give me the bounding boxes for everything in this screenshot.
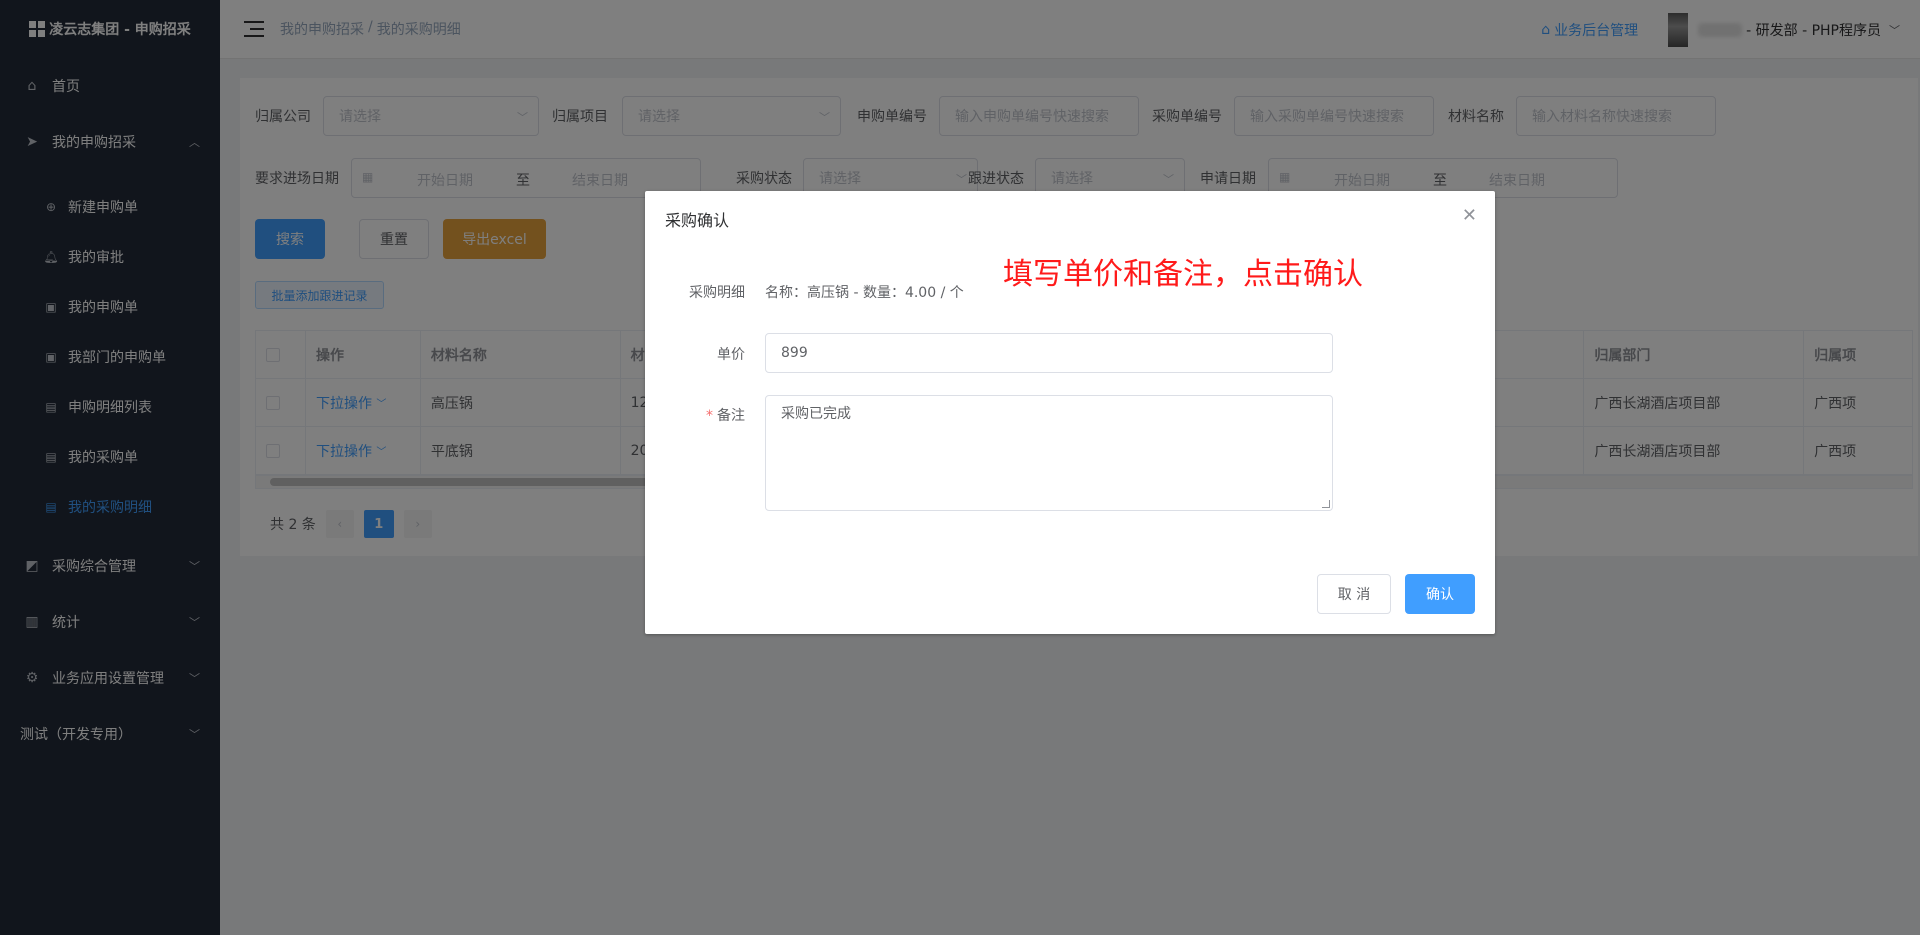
- required-asterisk: *: [706, 408, 713, 424]
- dialog-title: 采购确认: [665, 211, 730, 230]
- resize-handle-icon[interactable]: [1322, 500, 1330, 508]
- unit-price-input[interactable]: 899: [765, 333, 1333, 373]
- instruction-annotation: 填写单价和备注，点击确认: [1003, 257, 1363, 292]
- remark-label-wrap: * 备注: [655, 405, 745, 425]
- detail-value: 名称：高压锅 - 数量：4.00 / 个: [765, 285, 964, 301]
- detail-label: 采购明细: [689, 285, 745, 301]
- price-label: 单价: [717, 347, 745, 363]
- remark-label: 备注: [717, 408, 745, 424]
- close-icon[interactable]: ✕: [1462, 207, 1477, 225]
- cancel-button[interactable]: 取 消: [1317, 574, 1391, 614]
- confirm-button[interactable]: 确认: [1405, 574, 1475, 614]
- remark-textarea[interactable]: 采购已完成: [765, 395, 1333, 511]
- remark-value: 采购已完成: [781, 406, 851, 422]
- purchase-confirm-dialog: 采购确认 ✕ 填写单价和备注，点击确认 采购明细 名称：高压锅 - 数量：4.0…: [645, 191, 1495, 634]
- unit-price-value: 899: [781, 345, 808, 361]
